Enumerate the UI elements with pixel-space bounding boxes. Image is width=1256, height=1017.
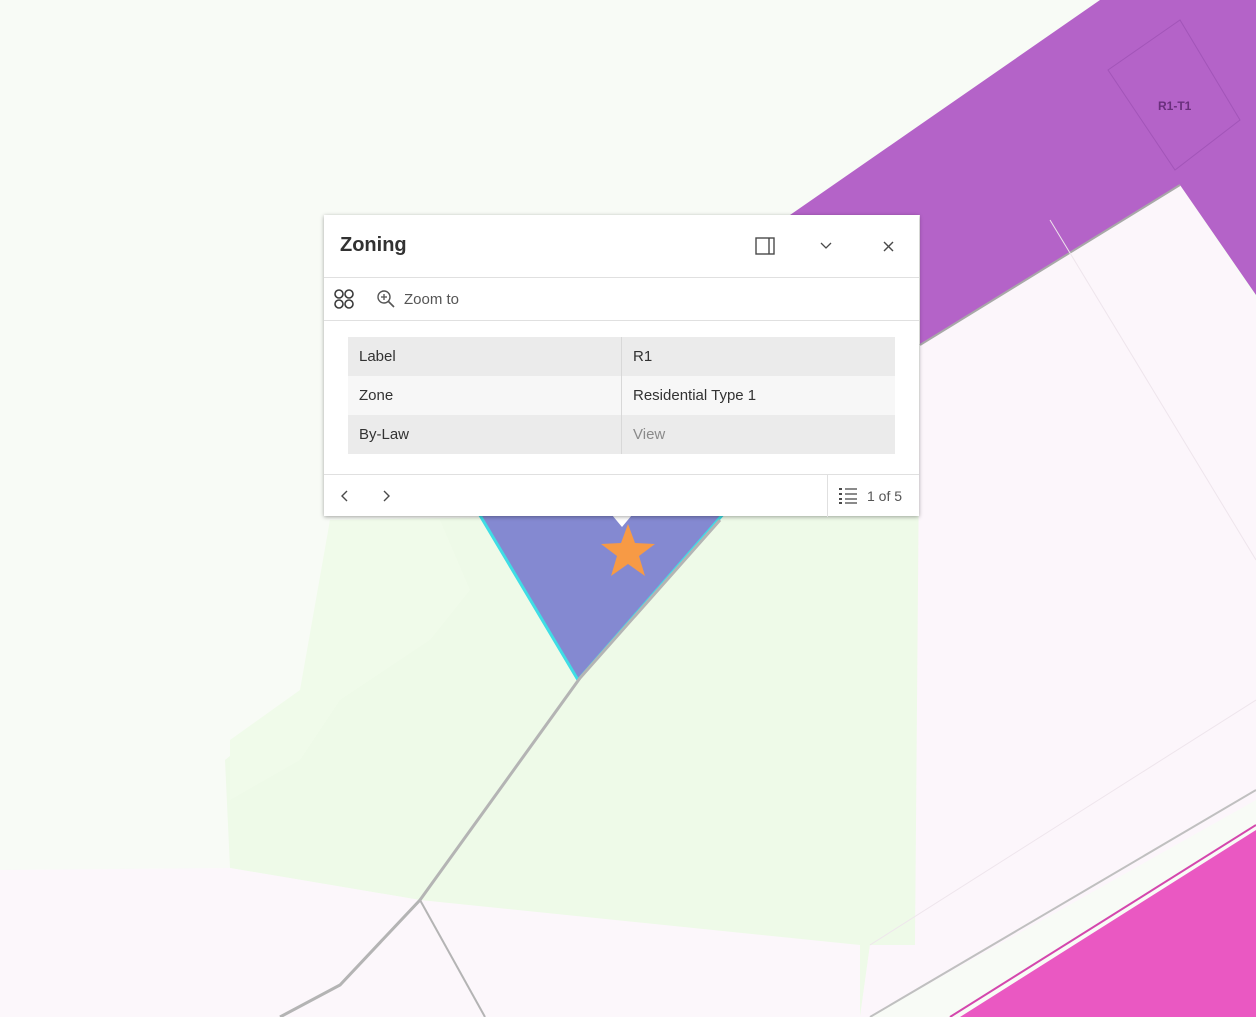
dock-button[interactable] <box>750 231 780 261</box>
zoom-in-icon <box>377 290 395 308</box>
collapse-button[interactable] <box>811 231 841 261</box>
close-button[interactable] <box>873 231 903 261</box>
previous-feature-button[interactable] <box>331 483 357 509</box>
attribute-key: Zone <box>348 376 622 415</box>
popup-toolbar: Zoom to <box>324 278 919 321</box>
list-icon <box>839 488 857 504</box>
feature-menu-icon <box>334 289 354 309</box>
chevron-right-icon <box>383 490 390 502</box>
attribute-table: Label R1 Zone Residential Type 1 By-Law … <box>348 337 895 454</box>
popup-title: Zoning <box>340 234 407 256</box>
next-feature-button[interactable] <box>374 483 400 509</box>
table-row: Label R1 <box>348 337 895 376</box>
page-indicator: 1 of 5 <box>867 488 903 504</box>
zoom-to-button[interactable]: Zoom to <box>376 287 459 311</box>
table-row: Zone Residential Type 1 <box>348 376 895 415</box>
feature-list-button[interactable]: 1 of 5 <box>827 475 920 517</box>
attribute-key: Label <box>348 337 622 376</box>
bylaw-view-link[interactable]: View <box>621 415 895 454</box>
zoom-to-label: Zoom to <box>404 290 460 308</box>
feature-popup: Zoning Zoom to Label R1 Zone Residential… <box>324 215 919 517</box>
table-row: By-Law View <box>348 415 895 454</box>
attribute-value: Residential Type 1 <box>621 376 895 415</box>
close-icon <box>883 241 893 251</box>
zone-label-r1-t1: R1-T1 <box>1158 99 1192 113</box>
chevron-left-icon <box>341 490 348 502</box>
popup-header: Zoning <box>324 215 919 278</box>
attribute-value: R1 <box>621 337 895 376</box>
chevron-down-icon <box>820 242 832 249</box>
feature-menu-button[interactable] <box>333 288 355 310</box>
popup-footer: 1 of 5 <box>324 474 919 517</box>
attribute-key: By-Law <box>348 415 622 454</box>
dock-icon <box>755 237 775 255</box>
